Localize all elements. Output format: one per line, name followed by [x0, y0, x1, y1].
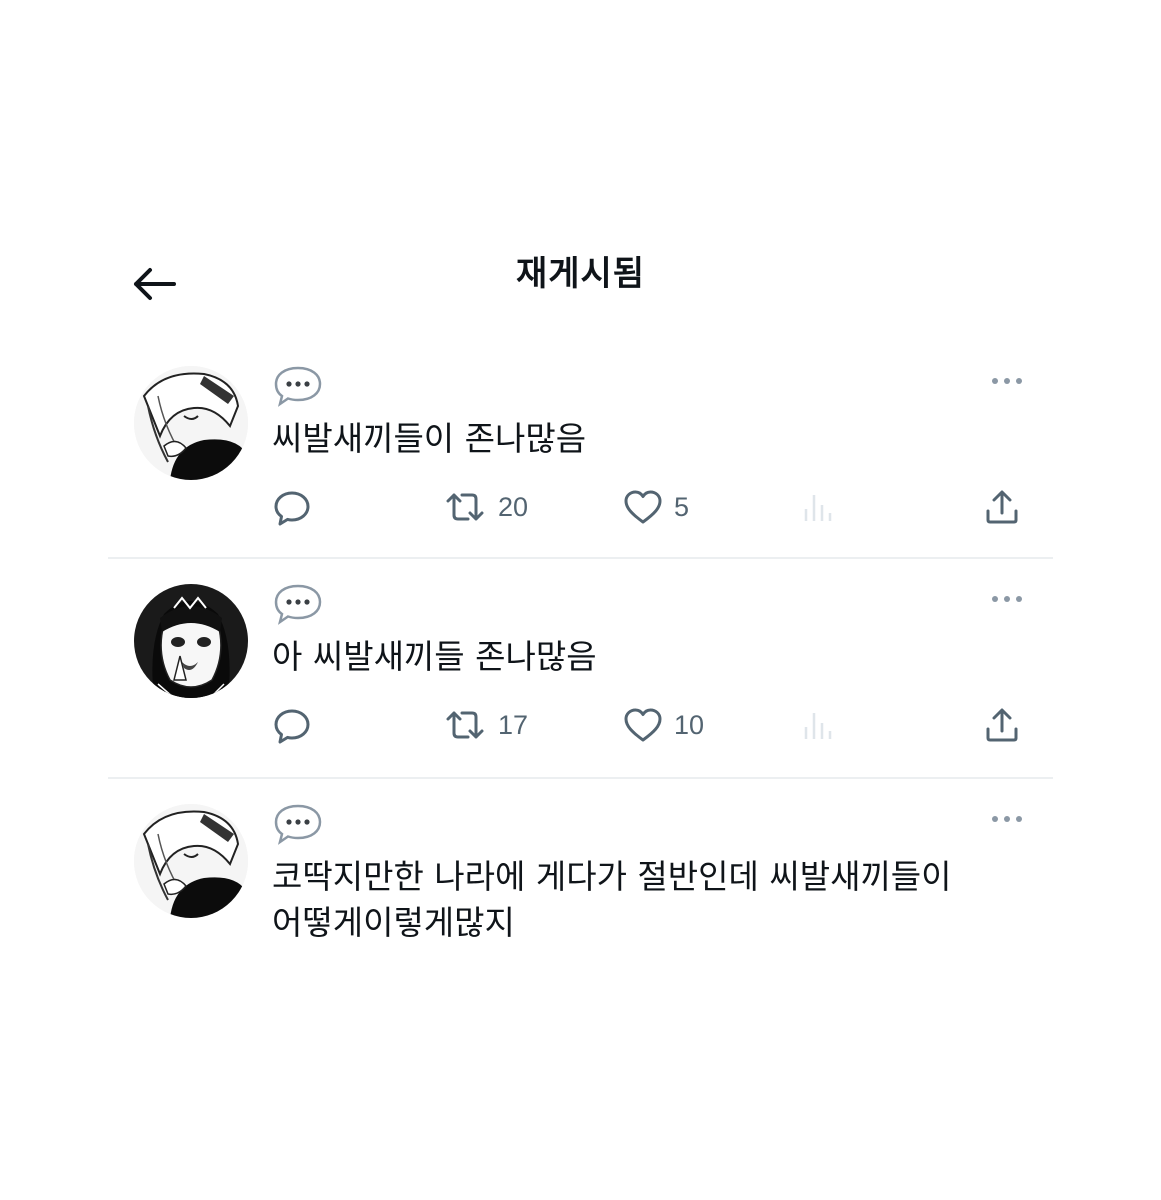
views-button[interactable] — [800, 702, 836, 748]
avatar[interactable] — [134, 804, 248, 918]
post[interactable]: 코딱지만한 나라에 게다가 절반인데 씨발새끼들이 어떻게이렇게많지 — [108, 798, 1053, 978]
reply-button[interactable] — [272, 484, 312, 530]
reply-icon — [274, 709, 310, 744]
chat-bubble-icon — [274, 584, 322, 625]
reply-icon — [274, 491, 310, 526]
avatar[interactable] — [134, 366, 248, 480]
like-button[interactable]: 5 — [622, 484, 689, 530]
analytics-icon — [804, 495, 832, 521]
views-button[interactable] — [800, 484, 836, 530]
retweet-icon — [446, 711, 484, 739]
top-bar: 재게시됨 — [0, 230, 1161, 310]
retweet-button[interactable]: 17 — [442, 702, 528, 748]
share-button[interactable] — [982, 484, 1022, 530]
share-icon — [986, 490, 1018, 524]
divider — [108, 557, 1053, 559]
post[interactable]: 씨발새끼들이 존나많음 20 5 — [108, 360, 1053, 558]
like-count: 10 — [674, 709, 705, 740]
retweet-button[interactable]: 20 — [442, 484, 528, 530]
more-options-icon[interactable] — [989, 374, 1025, 388]
analytics-icon — [804, 713, 832, 739]
more-options-icon[interactable] — [989, 812, 1025, 826]
heart-icon — [624, 490, 662, 524]
page-title: 재게시됨 — [515, 254, 646, 294]
post-text: 아 씨발새끼들 존나많음 — [272, 637, 597, 676]
divider — [108, 777, 1053, 779]
action-bar: 17 10 — [272, 702, 1032, 748]
chat-bubble-icon — [274, 366, 322, 407]
heart-icon — [624, 708, 662, 742]
more-options-icon[interactable] — [989, 592, 1025, 606]
avatar[interactable] — [134, 584, 248, 698]
retweet-count: 17 — [498, 709, 529, 740]
post-text: 씨발새끼들이 존나많음 — [272, 419, 587, 458]
share-button[interactable] — [982, 702, 1022, 748]
like-button[interactable]: 10 — [622, 702, 704, 748]
action-bar: 20 5 — [272, 484, 1032, 530]
retweet-icon — [446, 493, 484, 521]
share-icon — [986, 708, 1018, 742]
retweet-count: 20 — [498, 491, 529, 522]
chat-bubble-icon — [274, 804, 322, 845]
post[interactable]: 아 씨발새끼들 존나많음 17 10 — [108, 578, 1053, 778]
reply-button[interactable] — [272, 702, 312, 748]
like-count: 5 — [674, 491, 690, 522]
post-text: 코딱지만한 나라에 게다가 절반인데 씨발새끼들이 어떻게이렇게많지 — [272, 857, 952, 942]
